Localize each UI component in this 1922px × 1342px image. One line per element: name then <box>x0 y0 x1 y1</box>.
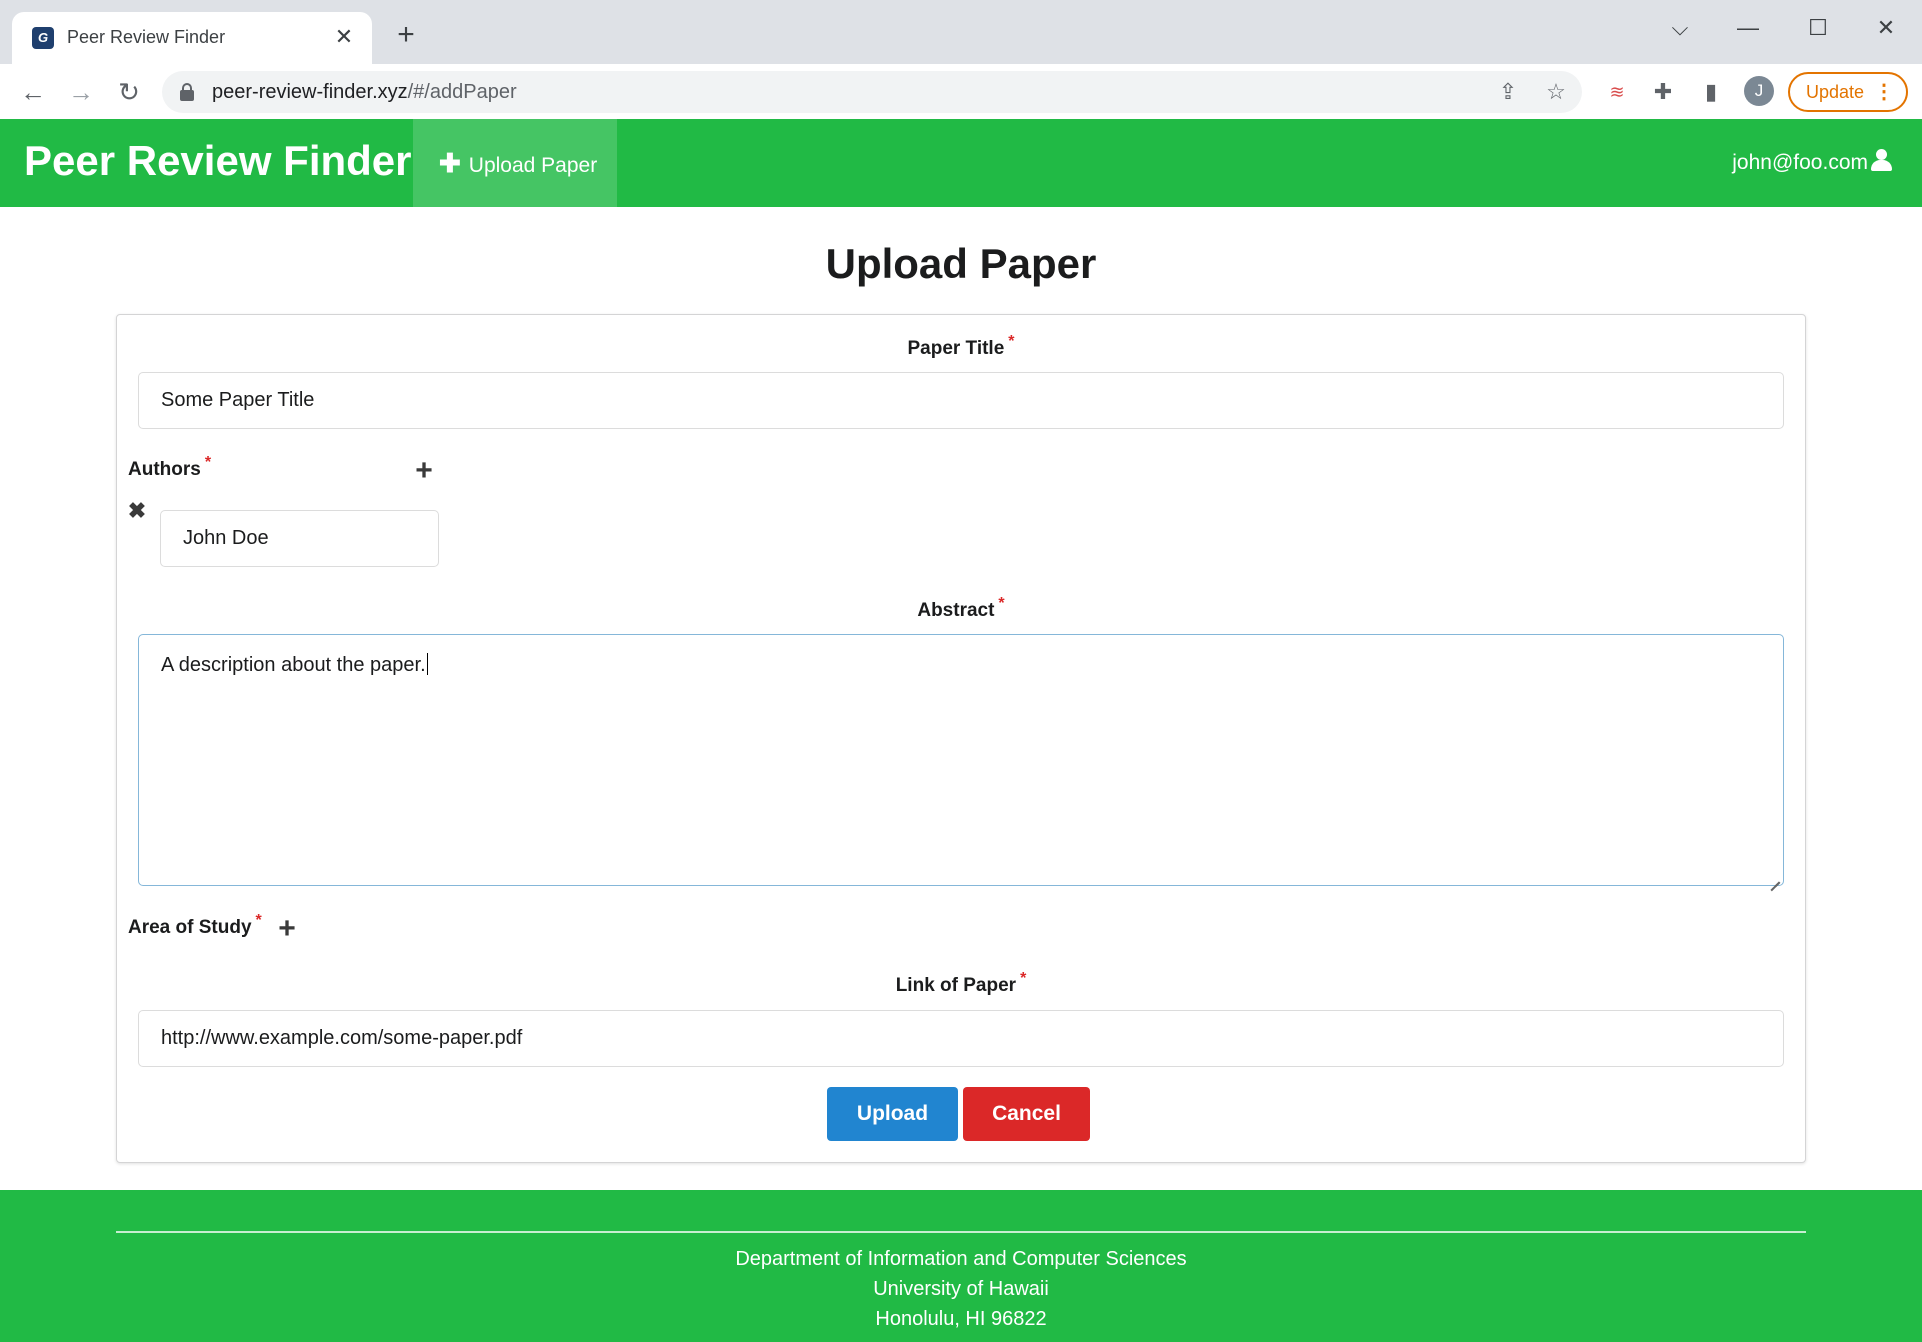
abstract-label-text: Abstract <box>917 600 995 621</box>
paper-title-input[interactable]: Some Paper Title <box>138 372 1784 429</box>
link-input[interactable]: http://www.example.com/some-paper.pdf <box>138 1010 1784 1067</box>
puzzle-icon[interactable]: ✚ <box>1648 77 1678 107</box>
upload-button[interactable]: Upload <box>827 1087 958 1141</box>
area-of-study-label: Area of Study * <box>128 912 262 939</box>
footer-department: Department of Information and Computer S… <box>735 1248 1187 1270</box>
url-path: /#/addPaper <box>407 81 517 103</box>
minimize-icon[interactable]: — <box>1724 8 1772 48</box>
lock-icon <box>180 83 194 101</box>
author-input[interactable]: John Doe <box>160 510 439 567</box>
maximize-icon[interactable]: ☐ <box>1794 8 1842 48</box>
update-label: Update <box>1806 82 1865 102</box>
address-bar[interactable]: peer-review-finder.xyz/#/addPaper ⇪ ☆ <box>162 71 1582 113</box>
user-email: john@foo.com <box>1732 151 1868 174</box>
text-caret <box>426 653 429 675</box>
browser-tab[interactable]: G Peer Review Finder ✕ <box>12 12 372 64</box>
authors-label-text: Authors <box>128 459 201 480</box>
nav-upload-paper[interactable]: ✚ Upload Paper <box>413 119 617 207</box>
paper-title-label: Paper Title * <box>0 333 1922 360</box>
window-close-icon[interactable]: ✕ <box>1862 8 1910 48</box>
required-marker: * <box>998 595 1005 612</box>
paper-title-label-text: Paper Title <box>907 338 1005 359</box>
reload-icon[interactable]: ↻ <box>110 73 148 111</box>
extension-logo-icon[interactable]: ≋ <box>1602 77 1632 107</box>
footer-divider <box>116 1231 1806 1233</box>
cancel-button[interactable]: Cancel <box>963 1087 1090 1141</box>
profile-avatar[interactable]: J <box>1744 76 1774 106</box>
tab-title: Peer Review Finder <box>67 27 226 47</box>
link-label: Link of Paper * <box>0 970 1922 997</box>
required-marker: * <box>1020 970 1027 987</box>
site-favicon-icon: G <box>32 27 54 49</box>
abstract-textarea[interactable]: A description about the paper. <box>138 634 1784 886</box>
share-icon[interactable]: ⇪ <box>1492 76 1524 108</box>
footer-address: Honolulu, HI 96822 <box>875 1308 1047 1330</box>
abstract-label: Abstract * <box>0 595 1922 622</box>
app-navbar: Peer Review Finder ✚ Upload Paper john@fo… <box>0 119 1922 207</box>
resize-grip-icon[interactable] <box>1770 872 1780 882</box>
close-icon[interactable]: ✕ <box>330 23 358 51</box>
footer-university: University of Hawaii <box>873 1278 1049 1300</box>
side-panel-icon[interactable]: ▮ <box>1696 77 1726 107</box>
plus-icon: ✚ <box>439 148 461 178</box>
user-icon <box>1870 149 1892 171</box>
required-marker: * <box>1008 333 1015 350</box>
authors-label: Authors * <box>128 454 211 481</box>
url-host: peer-review-finder.xyz <box>212 81 408 103</box>
browser-toolbar: ← → ↻ peer-review-finder.xyz/#/addPaper … <box>0 64 1922 119</box>
url-text: peer-review-finder.xyz/#/addPaper <box>212 81 517 104</box>
update-button[interactable]: Update ⋮ <box>1788 72 1908 112</box>
brand-title[interactable]: Peer Review Finder <box>24 137 412 185</box>
area-of-study-label-text: Area of Study <box>128 917 252 938</box>
add-area-plus-icon[interactable]: + <box>273 914 301 944</box>
forward-arrow-icon[interactable]: → <box>62 73 100 111</box>
link-label-text: Link of Paper <box>895 975 1017 996</box>
abstract-text: A description about the paper. <box>161 654 426 676</box>
star-icon[interactable]: ☆ <box>1540 76 1572 108</box>
back-arrow-icon[interactable]: ← <box>14 73 52 111</box>
tab-search-chevron-icon[interactable]: ⌵ <box>1656 8 1704 48</box>
footer: Department of Information and Computer S… <box>0 1190 1922 1342</box>
page-title: Upload Paper <box>825 240 1097 287</box>
required-marker: * <box>255 912 262 929</box>
required-marker: * <box>204 454 212 471</box>
nav-upload-label: Upload Paper <box>468 154 598 177</box>
new-tab-plus-icon[interactable]: + <box>390 20 422 52</box>
browser-tab-bar: G Peer Review Finder ✕ + ⌵ — ☐ ✕ <box>0 0 1922 64</box>
kebab-menu-icon: ⋮ <box>1874 81 1894 103</box>
add-author-plus-icon[interactable]: + <box>410 456 438 486</box>
remove-author-x-icon[interactable]: ✖ <box>126 500 148 522</box>
user-menu[interactable]: john@foo.com <box>1732 119 1892 207</box>
